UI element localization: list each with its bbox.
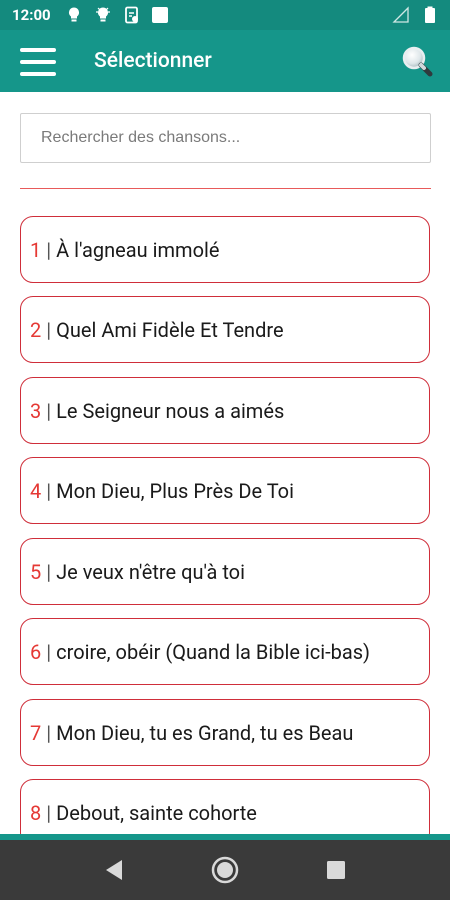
recents-square-icon[interactable] [318,852,354,888]
battery-icon [425,6,435,23]
song-separator: | [46,398,52,423]
song-title: À l'agneau immolé [56,237,220,262]
document-shield-icon [125,6,138,24]
song-item-5[interactable]: 5 | Je veux n'être qu'à toi [20,538,430,605]
song-title: Quel Ami Fidèle Et Tendre [56,317,284,342]
song-number: 7 [30,720,42,745]
song-item-2[interactable]: 2 | Quel Ami Fidèle Et Tendre [20,296,430,363]
song-number: 6 [30,639,42,664]
song-number: 8 [30,800,42,825]
hamburger-menu-icon[interactable] [20,48,56,76]
song-item-3[interactable]: 3 | Le Seigneur nous a aimés [20,377,430,444]
signal-icon [392,6,409,23]
song-item-8[interactable]: 8 | Debout, sainte cohorte [20,779,430,836]
song-separator: | [46,317,52,342]
song-separator: | [46,478,52,503]
song-item-1[interactable]: 1 | À l'agneau immolé [20,216,430,283]
song-separator: | [46,237,52,262]
page-title: Sélectionner [94,49,212,73]
song-number: 1 [30,237,42,262]
divider [20,188,431,189]
square-notification-icon [152,7,168,23]
back-triangle-icon[interactable] [96,852,132,888]
lightbulb-icon [69,7,79,22]
magnifier-icon[interactable] [400,44,434,78]
song-separator: | [46,559,52,584]
song-title: Le Seigneur nous a aimés [56,398,285,423]
song-title: Mon Dieu, tu es Grand, tu es Beau [56,720,354,745]
song-title: Mon Dieu, Plus Près De Toi [56,478,294,503]
system-nav-bar [0,840,450,900]
status-time: 12:00 [12,6,51,24]
app-bar: Sélectionner [0,30,450,92]
song-title: croire, obéir (Quand la Bible ici-bas) [56,639,370,664]
status-bar: 12:00 [0,0,450,30]
song-number: 2 [30,317,42,342]
song-item-6[interactable]: 6 | croire, obéir (Quand la Bible ici-ba… [20,618,430,685]
song-title: Debout, sainte cohorte [56,800,257,825]
song-number: 4 [30,478,42,503]
song-number: 5 [30,559,42,584]
song-list[interactable]: 1 | À l'agneau immolé 2 | Quel Ami Fidèl… [0,200,450,836]
song-item-4[interactable]: 4 | Mon Dieu, Plus Près De Toi [20,457,430,524]
search-input[interactable] [20,113,431,163]
song-separator: | [46,720,52,745]
lightbulb-icon [96,7,110,22]
song-title: Je veux n'être qu'à toi [56,559,245,584]
song-separator: | [46,800,52,825]
song-separator: | [46,639,52,664]
home-circle-icon[interactable] [207,852,243,888]
song-number: 3 [30,398,42,423]
song-item-7[interactable]: 7 | Mon Dieu, tu es Grand, tu es Beau [20,699,430,766]
